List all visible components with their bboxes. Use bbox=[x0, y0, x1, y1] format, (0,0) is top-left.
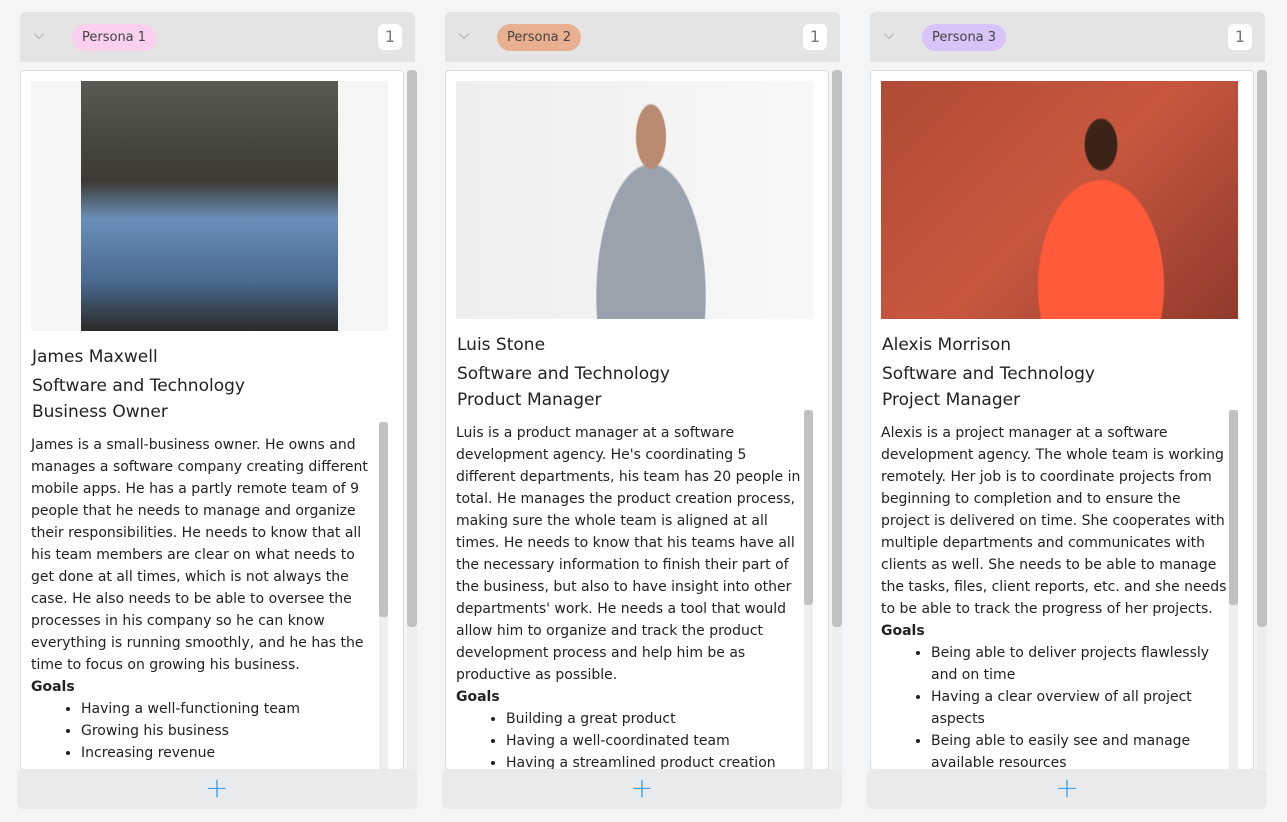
card-scrollbar[interactable] bbox=[1257, 70, 1267, 770]
description-scrollbar[interactable] bbox=[1229, 410, 1238, 769]
persona-card[interactable]: James Maxwell Software and Technology Bu… bbox=[20, 70, 404, 770]
description-text: Alexis is a project manager at a softwar… bbox=[881, 425, 1227, 617]
persona-photo bbox=[31, 81, 388, 331]
persona-industry: Software and Technology bbox=[457, 364, 670, 384]
persona-description: Alexis is a project manager at a softwar… bbox=[881, 422, 1231, 769]
add-card-button[interactable]: + bbox=[867, 769, 1267, 809]
persona-tag[interactable]: Persona 2 bbox=[497, 24, 582, 51]
persona-card[interactable]: Luis Stone Software and Technology Produ… bbox=[445, 70, 829, 770]
persona-name: Alexis Morrison bbox=[882, 335, 1012, 355]
persona-name: Luis Stone bbox=[457, 335, 546, 355]
goals-list: Building a great productHaving a well-co… bbox=[456, 708, 806, 769]
column-header: Persona 3 1 bbox=[870, 12, 1265, 62]
persona-column: Persona 3 1 Alexis Morrison Software and… bbox=[867, 12, 1267, 812]
persona-tag[interactable]: Persona 1 bbox=[72, 24, 157, 51]
goal-item: Having a well-coordinated team bbox=[506, 730, 806, 752]
card-scrollbar[interactable] bbox=[407, 70, 417, 770]
chevron-down-icon[interactable] bbox=[459, 29, 469, 39]
card-scrollbar[interactable] bbox=[832, 70, 842, 770]
column-header: Persona 1 1 bbox=[20, 12, 415, 62]
persona-tag[interactable]: Persona 3 bbox=[922, 24, 1007, 51]
persona-name: James Maxwell bbox=[32, 347, 158, 367]
persona-industry: Software and Technology bbox=[882, 364, 1095, 384]
persona-role: Product Manager bbox=[457, 390, 602, 410]
item-count: 1 bbox=[1228, 24, 1252, 50]
goals-heading: Goals bbox=[881, 623, 925, 639]
goal-item: Being able to easily see and manage avai… bbox=[931, 730, 1231, 769]
description-scrollbar[interactable] bbox=[804, 410, 813, 769]
persona-photo bbox=[881, 81, 1238, 319]
persona-column: Persona 2 1 Luis Stone Software and Tech… bbox=[442, 12, 842, 812]
goals-heading: Goals bbox=[456, 689, 500, 705]
goals-heading: Goals bbox=[31, 679, 75, 695]
goal-item: Having a streamlined product creation bbox=[506, 752, 806, 769]
persona-industry: Software and Technology bbox=[32, 376, 245, 396]
goal-item: Having a well-functioning team bbox=[81, 698, 381, 720]
goals-list: Being able to deliver projects flawlessl… bbox=[881, 642, 1231, 769]
item-count: 1 bbox=[378, 24, 402, 50]
goal-item: Growing his business bbox=[81, 720, 381, 742]
chevron-down-icon[interactable] bbox=[34, 29, 44, 39]
description-text: James is a small-business owner. He owns… bbox=[31, 437, 368, 673]
add-card-button[interactable]: + bbox=[17, 769, 417, 809]
goal-item: Being able to deliver projects flawlessl… bbox=[931, 642, 1231, 686]
persona-photo bbox=[456, 81, 813, 319]
description-scrollbar[interactable] bbox=[379, 422, 388, 769]
goal-item: Building a great product bbox=[506, 708, 806, 730]
persona-role: Business Owner bbox=[32, 402, 168, 422]
goals-list: Having a well-functioning teamGrowing hi… bbox=[31, 698, 381, 764]
persona-column: Persona 1 1 James Maxwell Software and T… bbox=[17, 12, 417, 812]
goal-item: Increasing revenue bbox=[81, 742, 381, 764]
persona-description: James is a small-business owner. He owns… bbox=[31, 434, 381, 764]
persona-card[interactable]: Alexis Morrison Software and Technology … bbox=[870, 70, 1254, 770]
chevron-down-icon[interactable] bbox=[884, 29, 894, 39]
item-count: 1 bbox=[803, 24, 827, 50]
persona-role: Project Manager bbox=[882, 390, 1021, 410]
persona-description: Luis is a product manager at a software … bbox=[456, 422, 806, 769]
description-text: Luis is a product manager at a software … bbox=[456, 425, 801, 683]
goal-item: Having a clear overview of all project a… bbox=[931, 686, 1231, 730]
column-header: Persona 2 1 bbox=[445, 12, 840, 62]
add-card-button[interactable]: + bbox=[442, 769, 842, 809]
